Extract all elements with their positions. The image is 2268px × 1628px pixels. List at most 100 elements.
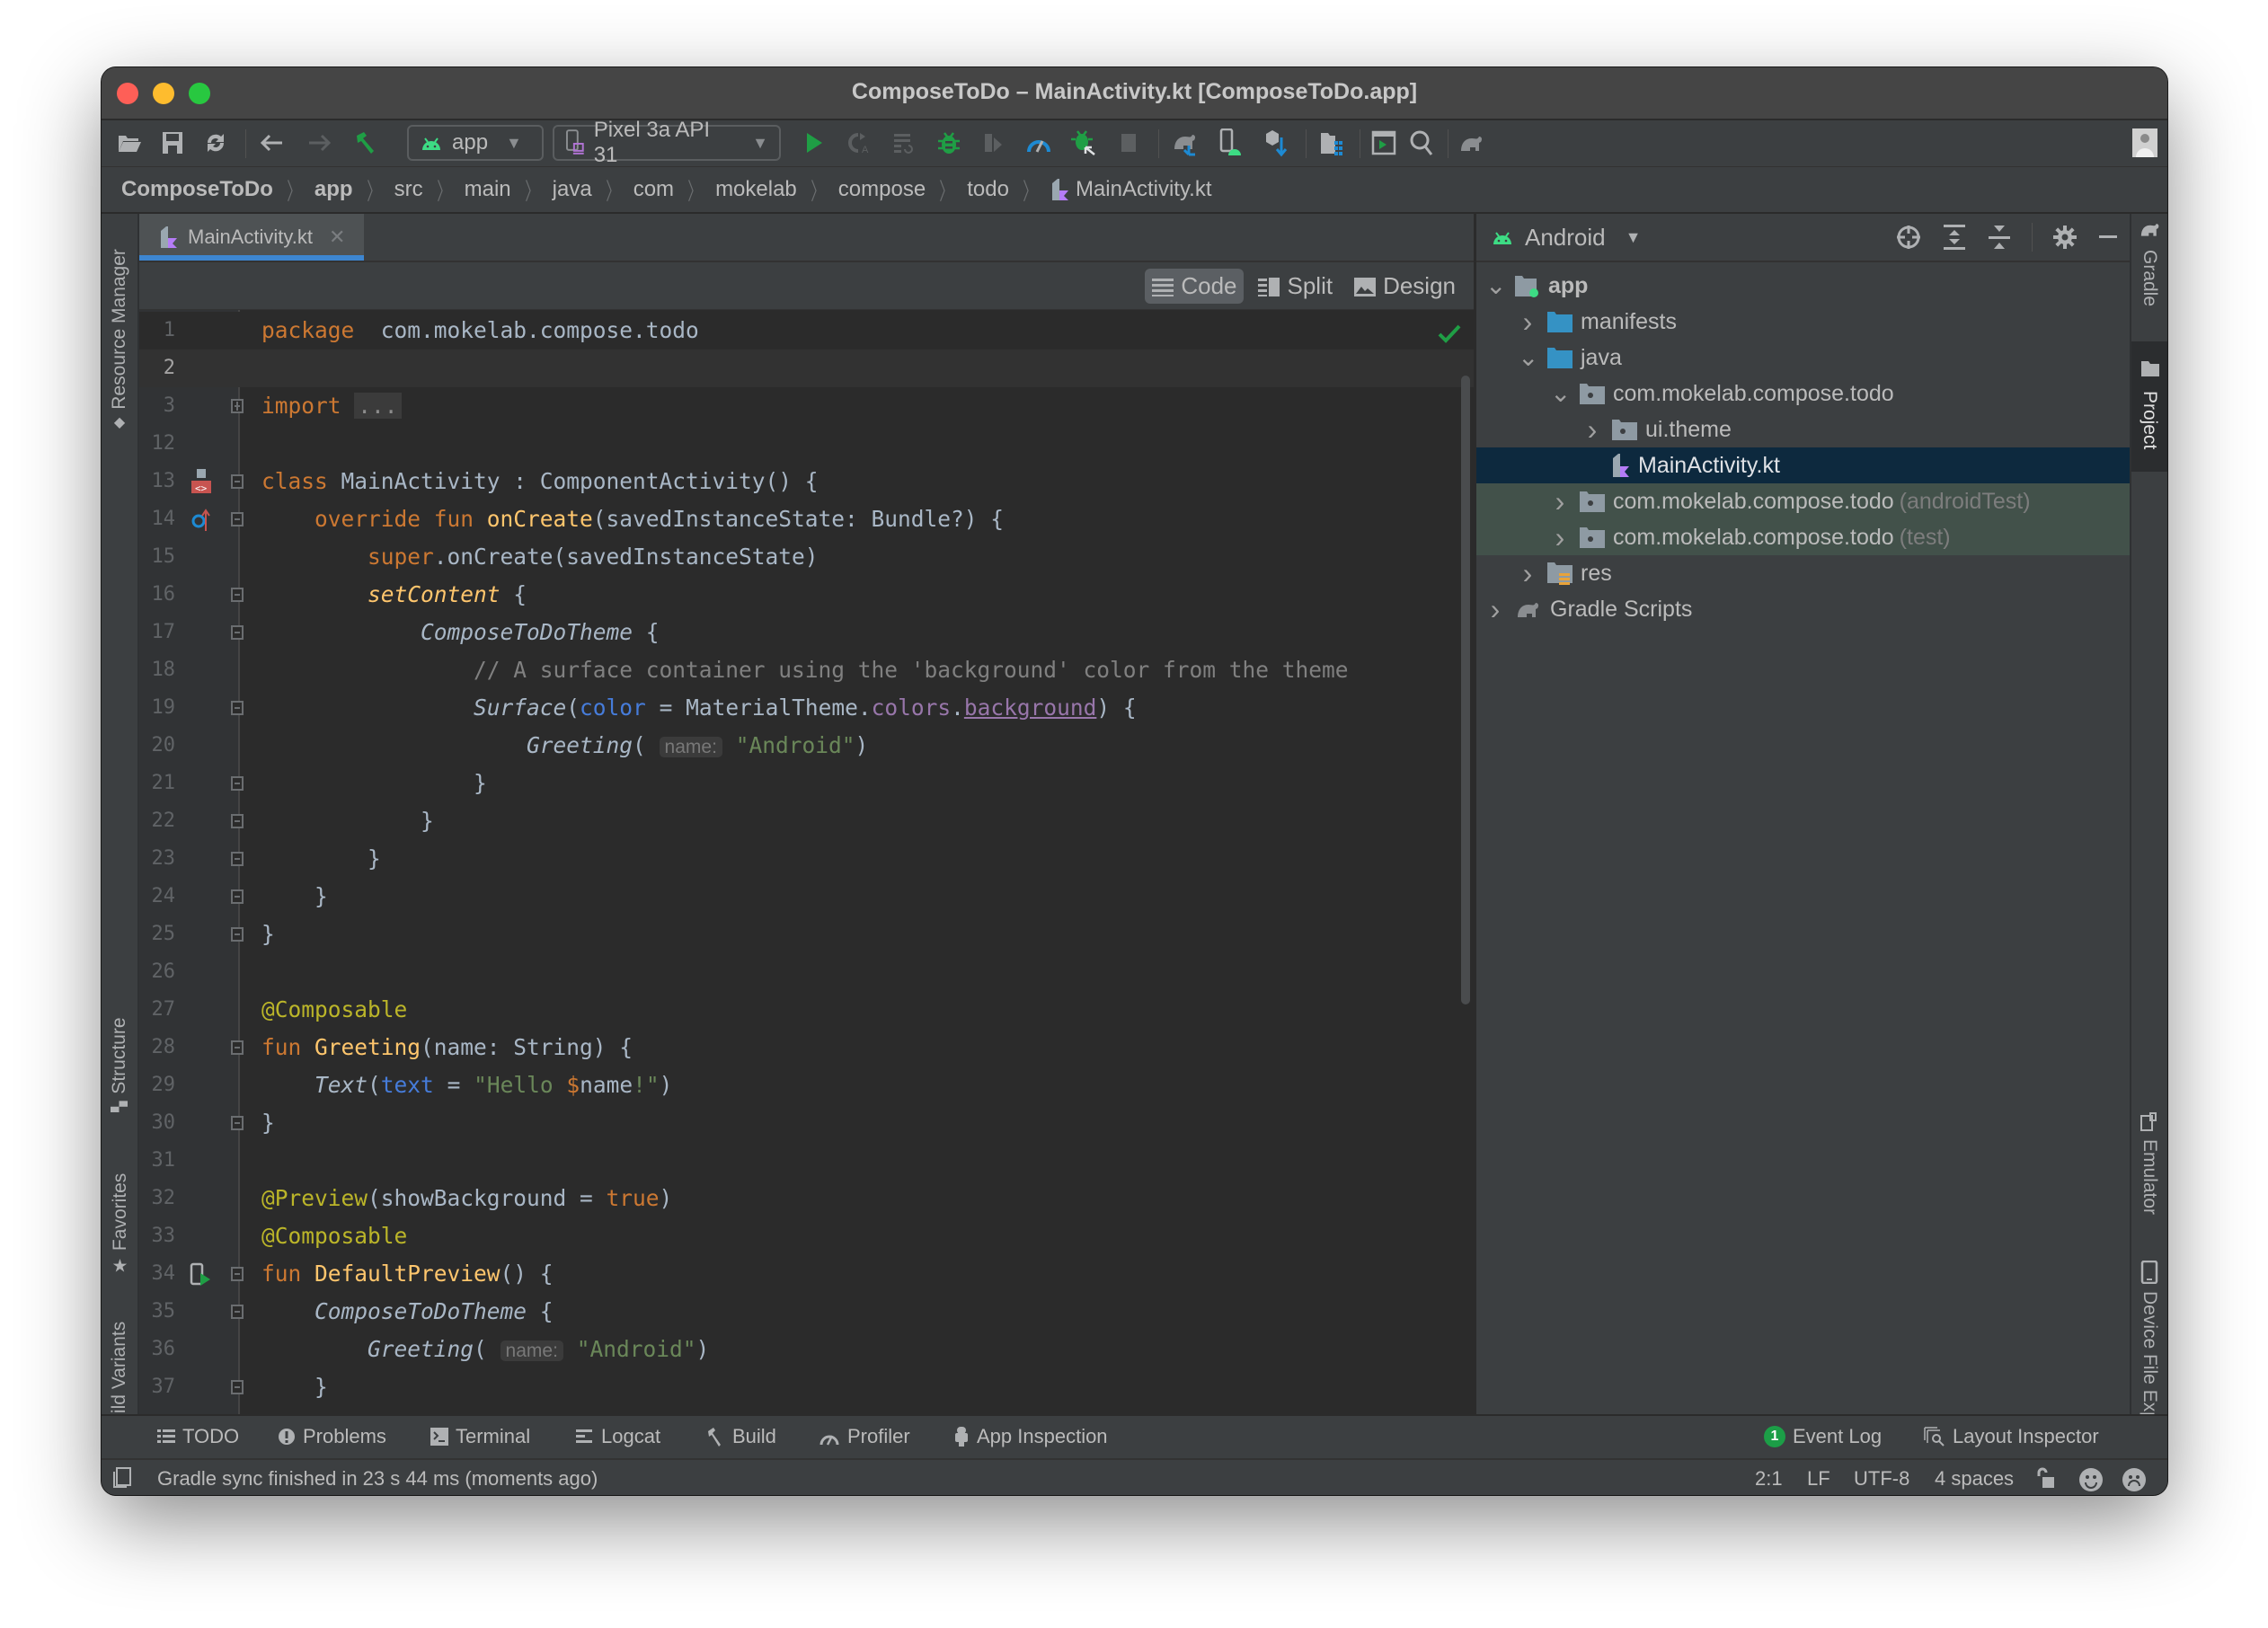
line-number[interactable]: 17 — [139, 614, 176, 651]
collapse-fold-icon[interactable] — [231, 701, 244, 715]
line-number[interactable]: 3 — [139, 387, 175, 425]
line-number[interactable]: 28 — [139, 1029, 176, 1066]
breadcrumb-item[interactable]: com — [633, 177, 674, 202]
tree-item[interactable]: › res — [1476, 555, 2130, 591]
feedback-happy-icon[interactable] — [2078, 1467, 2104, 1492]
code-area[interactable]: 1 package com.mokelab.compose.todo 2 3 impor… — [139, 310, 1474, 1417]
line-number[interactable]: 2 — [139, 349, 175, 387]
android-manifest-link-icon[interactable]: <> — [190, 468, 213, 495]
line-number[interactable]: 12 — [139, 425, 176, 463]
line-number[interactable]: 31 — [139, 1142, 176, 1180]
collapse-all-icon[interactable] — [1987, 224, 2012, 251]
collapse-fold-icon[interactable] — [231, 1267, 244, 1281]
breadcrumb-item[interactable]: mokelab — [715, 177, 797, 202]
line-number[interactable]: 34 — [139, 1255, 176, 1293]
tree-item[interactable]: ⌄ java — [1476, 340, 2130, 376]
search-icon[interactable] — [1406, 128, 1437, 158]
gradle-tab[interactable]: Gradle — [2131, 214, 2167, 340]
project-structure-icon[interactable] — [1316, 128, 1347, 158]
logcat-tool-button[interactable]: Logcat — [576, 1425, 660, 1448]
chevron-right-icon[interactable]: › — [1518, 305, 1537, 339]
line-number[interactable]: 1 — [139, 312, 175, 349]
caret-position[interactable]: 2:1 — [1755, 1467, 1783, 1491]
code-line[interactable]: 19 Surface(color = MaterialTheme.colors.… — [139, 689, 1474, 727]
device-dropdown[interactable]: Pixel 3a API 31 ▼ — [553, 118, 781, 167]
line-number[interactable]: 18 — [139, 651, 176, 689]
line-number[interactable]: 16 — [139, 576, 176, 614]
locate-file-icon[interactable] — [1895, 224, 1922, 251]
run-preview-icon[interactable] — [190, 1262, 213, 1287]
code-line[interactable]: 24 } — [139, 878, 1474, 916]
line-number[interactable]: 21 — [139, 765, 176, 802]
chevron-down-icon[interactable]: ⌄ — [1550, 381, 1571, 406]
feedback-sad-icon[interactable] — [2122, 1467, 2147, 1492]
code-line[interactable]: 17 ComposeToDoTheme { — [139, 614, 1474, 651]
collapse-fold-icon[interactable] — [231, 512, 244, 526]
line-number[interactable]: 15 — [139, 538, 176, 576]
structure-tab[interactable]: ▚ Structure — [109, 1017, 130, 1112]
code-line[interactable]: 2 — [139, 349, 1474, 387]
app-inspection-tool-button[interactable]: App Inspection — [953, 1425, 1108, 1448]
code-line[interactable]: 31 — [139, 1142, 1474, 1180]
close-tab-icon[interactable]: ✕ — [329, 226, 345, 249]
favorites-tab[interactable]: ★ Favorites — [109, 1173, 131, 1277]
tree-item[interactable]: MainActivity.kt — [1476, 447, 2130, 483]
line-number[interactable]: 33 — [139, 1217, 176, 1255]
terminal-run-icon[interactable] — [1369, 128, 1399, 158]
collapse-fold-icon[interactable] — [231, 1380, 244, 1394]
user-avatar-icon[interactable] — [2130, 128, 2160, 158]
line-number[interactable]: 14 — [139, 500, 176, 538]
line-number[interactable]: 35 — [139, 1293, 176, 1331]
breadcrumb-item[interactable]: ComposeToDo — [121, 177, 273, 202]
build-hammer-icon[interactable] — [351, 128, 382, 158]
line-number[interactable]: 19 — [139, 689, 176, 727]
collapse-fold-icon[interactable] — [231, 588, 244, 602]
chevron-right-icon[interactable]: › — [1518, 557, 1537, 590]
chevron-right-icon[interactable]: › — [1582, 413, 1602, 447]
collapse-fold-icon[interactable] — [231, 814, 244, 828]
line-number[interactable]: 29 — [139, 1066, 176, 1104]
tree-item[interactable]: › ui.theme — [1476, 411, 2130, 447]
run-icon[interactable] — [799, 128, 829, 158]
split-mode-button[interactable]: Split — [1251, 269, 1340, 304]
collapse-fold-icon[interactable] — [231, 852, 244, 866]
line-number[interactable]: 37 — [139, 1368, 176, 1406]
chevron-down-icon[interactable]: ⌄ — [1485, 273, 1506, 298]
chevron-right-icon[interactable]: › — [1550, 521, 1570, 554]
back-icon[interactable] — [256, 128, 287, 158]
resource-manager-tab[interactable]: ◆ Resource Manager — [109, 249, 130, 430]
terminal-tool-button[interactable]: Terminal — [430, 1425, 530, 1448]
no-problems-check-icon[interactable] — [1438, 323, 1461, 343]
expand-fold-icon[interactable] — [231, 399, 244, 413]
code-line[interactable]: 12 — [139, 425, 1474, 463]
collapse-fold-icon[interactable] — [231, 889, 244, 904]
breadcrumb-item[interactable]: compose — [838, 177, 926, 202]
build-tool-button[interactable]: Build — [707, 1425, 776, 1448]
tree-item[interactable]: › com.mokelab.compose.todo (androidTest) — [1476, 483, 2130, 519]
line-number[interactable]: 20 — [139, 727, 176, 765]
line-number[interactable]: 13 — [139, 463, 176, 500]
project-tab[interactable]: Project — [2131, 341, 2167, 472]
code-line[interactable]: 36 Greeting( name: "Android") — [139, 1331, 1474, 1368]
emulator-tab[interactable]: Emulator — [2131, 1112, 2167, 1238]
todo-tool-button[interactable]: TODO — [157, 1425, 239, 1448]
code-line[interactable]: 32 @Preview(showBackground = true) — [139, 1180, 1474, 1217]
code-line[interactable]: 27 @Composable — [139, 991, 1474, 1029]
sync-icon[interactable] — [200, 128, 231, 158]
code-line[interactable]: 3 import ... — [139, 387, 1474, 425]
layout-inspector-tool-button[interactable]: Layout Inspector — [1924, 1425, 2099, 1448]
design-mode-button[interactable]: Design — [1347, 269, 1463, 304]
tab-mainactivity[interactable]: MainActivity.kt ✕ — [139, 214, 364, 261]
line-separator[interactable]: LF — [1807, 1467, 1830, 1491]
code-line[interactable]: 30} — [139, 1104, 1474, 1142]
collapse-fold-icon[interactable] — [231, 776, 244, 791]
status-message[interactable]: Gradle sync finished in 23 s 44 ms (mome… — [157, 1467, 598, 1491]
line-number[interactable]: 24 — [139, 878, 176, 916]
line-number[interactable]: 25 — [139, 916, 176, 953]
project-view-dropdown[interactable]: Android ▼ — [1491, 224, 1641, 252]
toggle-tool-windows-icon[interactable] — [112, 1467, 132, 1489]
breadcrumb-item-file[interactable]: MainActivity.kt — [1050, 177, 1212, 202]
unlock-icon[interactable] — [2035, 1467, 2055, 1489]
code-line[interactable]: 33 @Composable — [139, 1217, 1474, 1255]
breadcrumb-item[interactable]: src — [394, 177, 423, 202]
